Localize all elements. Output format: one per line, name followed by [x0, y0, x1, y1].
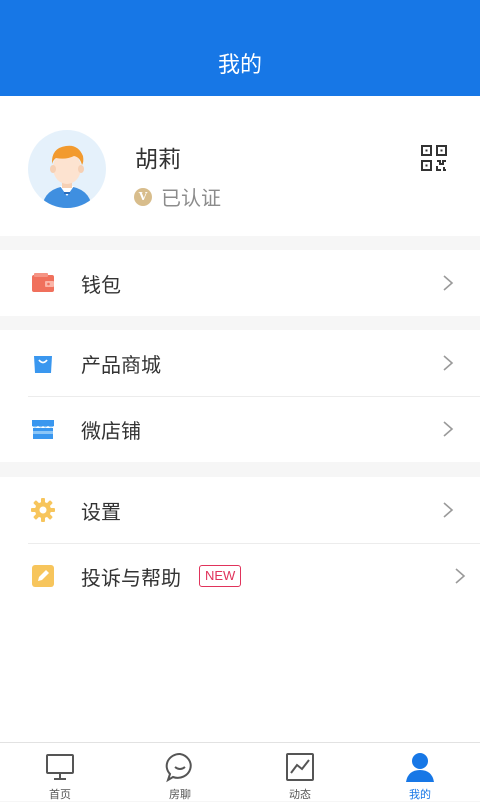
wallet-icon: [31, 271, 55, 295]
trend-chart-icon: [284, 751, 316, 783]
verified-status: V 已认证: [134, 182, 221, 211]
chevron-right-icon: [454, 567, 466, 585]
store-group: 产品商城 微店铺: [0, 330, 480, 462]
avatar[interactable]: [28, 130, 106, 208]
chevron-right-icon: [442, 354, 454, 372]
bottom-tab-bar: 首页 房聊 动态 我的: [0, 742, 480, 801]
tab-feed[interactable]: 动态: [240, 743, 360, 801]
storefront-icon: [31, 417, 55, 441]
chevron-right-icon: [442, 420, 454, 438]
page-title: 我的: [217, 53, 262, 78]
menu-item-wallet[interactable]: 钱包: [0, 250, 480, 316]
menu-item-settings[interactable]: 设置: [0, 477, 480, 543]
verified-icon: V: [134, 187, 152, 206]
tab-home[interactable]: 首页: [0, 743, 120, 801]
chat-bubble-icon: [164, 751, 196, 783]
qr-code-icon[interactable]: [421, 145, 447, 171]
menu-label-mall: 产品商城: [81, 352, 161, 377]
tab-me[interactable]: 我的: [360, 743, 480, 801]
chevron-right-icon: [442, 501, 454, 519]
chevron-right-icon: [442, 274, 454, 292]
menu-label-shop: 微店铺: [81, 418, 141, 443]
menu-item-help[interactable]: 投诉与帮助 NEW: [0, 543, 480, 609]
profile-card[interactable]: 胡莉 V 已认证: [0, 96, 480, 236]
monitor-icon: [44, 751, 76, 783]
wallet-group: 钱包: [0, 250, 480, 316]
verified-badge-letter: V: [138, 190, 148, 203]
user-name: 胡莉: [135, 147, 181, 173]
menu-label-wallet: 钱包: [81, 272, 121, 297]
menu-item-mall[interactable]: 产品商城: [0, 330, 480, 396]
user-icon: [404, 751, 436, 783]
app-header: 我的: [0, 0, 480, 96]
edit-note-icon: [31, 564, 55, 588]
verified-text: 已认证: [161, 186, 221, 210]
menu-item-shop[interactable]: 微店铺: [0, 396, 480, 462]
menu-label-settings: 设置: [81, 499, 121, 524]
menu-label-help: 投诉与帮助: [81, 565, 181, 590]
new-badge: NEW: [199, 565, 242, 587]
tab-chat[interactable]: 房聊: [120, 743, 240, 801]
settings-group: 设置 投诉与帮助 NEW: [0, 477, 480, 742]
gear-icon: [31, 498, 55, 522]
shopping-bag-icon: [31, 351, 55, 375]
